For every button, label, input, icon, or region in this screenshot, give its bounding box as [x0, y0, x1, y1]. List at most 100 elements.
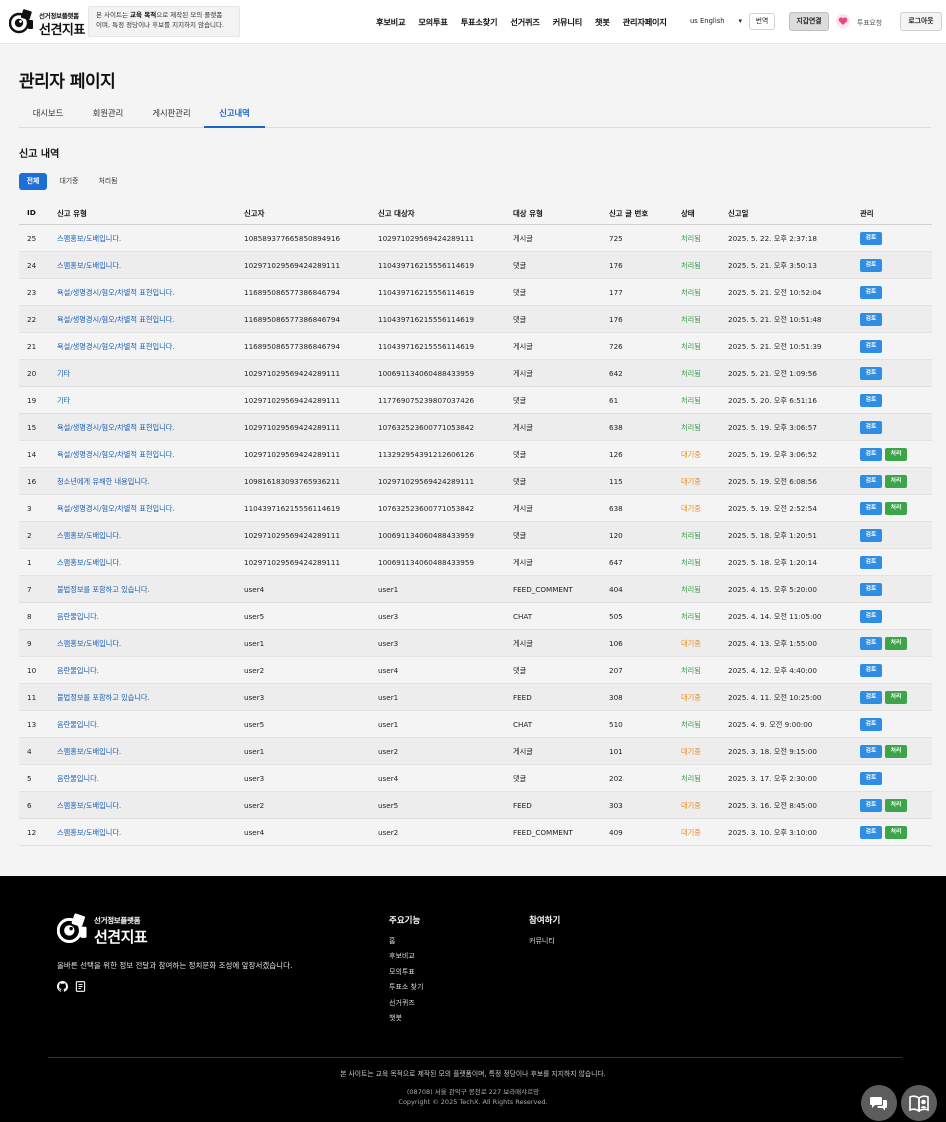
cell-target: user4	[378, 774, 399, 783]
review-button[interactable]: 검토	[860, 556, 882, 569]
cell-target-type: 댓글	[513, 396, 527, 405]
cell-report-type[interactable]: 스팸홍보/도배입니다.	[57, 801, 121, 811]
review-button[interactable]: 검토	[860, 259, 882, 272]
table-row: 20 기타 102971029569424289111 100691134060488…	[19, 360, 932, 387]
process-button[interactable]: 처리	[885, 448, 907, 461]
review-button[interactable]: 검토	[860, 772, 882, 785]
cell-report-type[interactable]: 음란물입니다.	[57, 612, 99, 622]
blog-icon[interactable]	[75, 981, 86, 992]
footer-logo[interactable]: 선거정보플랫폼 선견지표	[57, 910, 157, 950]
review-button[interactable]: 검토	[860, 826, 882, 839]
review-button[interactable]: 검토	[860, 232, 882, 245]
cell-report-type[interactable]: 욕설/생명경시/혐오/차별적 표현입니다.	[57, 288, 175, 298]
review-button[interactable]: 검토	[860, 367, 882, 380]
review-button[interactable]: 검토	[860, 286, 882, 299]
cell-report-type[interactable]: 기타	[57, 396, 70, 406]
cell-reporter: user1	[244, 747, 265, 756]
review-button[interactable]: 검토	[860, 610, 882, 623]
github-icon[interactable]	[57, 981, 68, 992]
review-button[interactable]: 검토	[860, 475, 882, 488]
cell-report-type[interactable]: 불법정보를 포함하고 있습니다.	[57, 693, 150, 703]
cell-report-type[interactable]: 스팸홍보/도배입니다.	[57, 639, 121, 649]
process-button[interactable]: 처리	[885, 691, 907, 704]
review-button[interactable]: 검토	[860, 502, 882, 515]
review-button[interactable]: 검토	[860, 448, 882, 461]
nav-community[interactable]: 커뮤니티	[553, 16, 583, 28]
site-logo[interactable]: 선거정보플랫폼 선견지표	[9, 6, 87, 38]
process-button[interactable]: 처리	[885, 475, 907, 488]
review-button[interactable]: 검토	[860, 664, 882, 677]
language-select[interactable]: us English ▾	[690, 14, 744, 29]
footer-link-quiz[interactable]: 선거퀴즈	[389, 998, 415, 1008]
cell-target-type: 댓글	[513, 774, 527, 783]
cell-report-type[interactable]: 음란물입니다.	[57, 720, 99, 730]
cell-report-type[interactable]: 음란물입니다.	[57, 774, 99, 784]
nav-mock-vote[interactable]: 모의투표	[418, 16, 448, 28]
footer-link-mock-vote[interactable]: 모의투표	[389, 967, 415, 977]
cell-report-type[interactable]: 스팸홍보/도배입니다.	[57, 234, 121, 244]
vote-request-label[interactable]: 투표요청	[857, 17, 882, 27]
heart-icon[interactable]	[836, 14, 850, 28]
cell-report-type[interactable]: 스팸홍보/도배입니다.	[57, 558, 121, 568]
review-button[interactable]: 검토	[860, 718, 882, 731]
nav-candidate-compare[interactable]: 후보비교	[376, 16, 406, 28]
review-button[interactable]: 검토	[860, 340, 882, 353]
cell-report-type[interactable]: 스팸홍보/도배입니다.	[57, 531, 121, 541]
footer-link-community[interactable]: 커뮤니티	[529, 936, 555, 946]
cell-report-type[interactable]: 스팸홍보/도배입니다.	[57, 747, 121, 757]
nav-election-quiz[interactable]: 선거퀴즈	[510, 16, 540, 28]
tab-members[interactable]: 회원관리	[77, 101, 139, 128]
chat-fab-button[interactable]	[861, 1085, 897, 1121]
filter-pending[interactable]: 대기중	[54, 173, 84, 190]
cell-report-type[interactable]: 욕설/생명경시/혐오/차별적 표현입니다.	[57, 315, 175, 325]
footer-logo-subtitle: 선거정보플랫폼	[94, 916, 141, 925]
footer-link-home[interactable]: 홈	[389, 936, 395, 946]
cell-status: 대기중	[681, 504, 701, 513]
guide-fab-button[interactable]	[901, 1085, 937, 1121]
cell-report-type[interactable]: 불법정보를 포함하고 있습니다.	[57, 585, 150, 595]
review-button[interactable]: 검토	[860, 745, 882, 758]
filter-processed[interactable]: 처리됨	[93, 173, 123, 190]
footer-link-chatbot[interactable]: 챗봇	[389, 1013, 402, 1023]
process-button[interactable]: 처리	[885, 799, 907, 812]
translate-button[interactable]: 번역	[749, 13, 775, 30]
nav-admin-page[interactable]: 관리자페이지	[623, 16, 667, 28]
cell-reporter: 102971029569424289111	[244, 423, 341, 432]
cell-date: 2025. 5. 18. 오후 1:20:14	[728, 558, 817, 567]
tab-reports[interactable]: 신고내역	[204, 101, 265, 128]
cell-report-type[interactable]: 욕설/생명경시/혐오/차별적 표현입니다.	[57, 342, 175, 352]
nav-chatbot[interactable]: 챗봇	[595, 16, 610, 28]
cell-id: 6	[27, 801, 32, 810]
tab-board[interactable]: 게시판관리	[139, 101, 204, 128]
table-row: 3 욕설/생명경시/혐오/차별적 표현입니다. 110439716215556114…	[19, 495, 932, 522]
review-button[interactable]: 검토	[860, 529, 882, 542]
tab-dashboard[interactable]: 대시보드	[19, 101, 77, 128]
review-button[interactable]: 검토	[860, 421, 882, 434]
cell-report-type[interactable]: 청소년에게 유해한 내용입니다.	[57, 477, 150, 487]
cell-report-type[interactable]: 스팸홍보/도배입니다.	[57, 261, 121, 271]
review-button[interactable]: 검토	[860, 313, 882, 326]
filter-all[interactable]: 전체	[19, 173, 47, 190]
logout-button[interactable]: 로그아웃	[900, 12, 942, 31]
process-button[interactable]: 처리	[885, 826, 907, 839]
cell-report-type[interactable]: 기타	[57, 369, 70, 379]
review-button[interactable]: 검토	[860, 394, 882, 407]
process-button[interactable]: 처리	[885, 637, 907, 650]
review-button[interactable]: 검토	[860, 691, 882, 704]
cell-report-type[interactable]: 욕설/생명경시/혐오/차별적 표현입니다.	[57, 423, 175, 433]
nav-polling-station[interactable]: 투표소찾기	[461, 16, 498, 28]
cell-report-type[interactable]: 욕설/생명경시/혐오/차별적 표현입니다.	[57, 450, 175, 460]
footer-link-polling-station[interactable]: 투표소 찾기	[389, 982, 423, 992]
cell-report-type[interactable]: 음란물입니다.	[57, 666, 99, 676]
process-button[interactable]: 처리	[885, 502, 907, 515]
cell-reporter: 102971029569424289111	[244, 396, 341, 405]
review-button[interactable]: 검토	[860, 799, 882, 812]
review-button[interactable]: 검토	[860, 583, 882, 596]
review-button[interactable]: 검토	[860, 637, 882, 650]
cell-target-type: 게시글	[513, 234, 533, 243]
cell-report-type[interactable]: 욕설/생명경시/혐오/차별적 표현입니다.	[57, 504, 175, 514]
wallet-connect-button[interactable]: 지갑연결	[789, 12, 829, 31]
cell-report-type[interactable]: 스팸홍보/도배입니다.	[57, 828, 121, 838]
footer-link-candidate-compare[interactable]: 후보비교	[389, 951, 415, 961]
process-button[interactable]: 처리	[885, 745, 907, 758]
